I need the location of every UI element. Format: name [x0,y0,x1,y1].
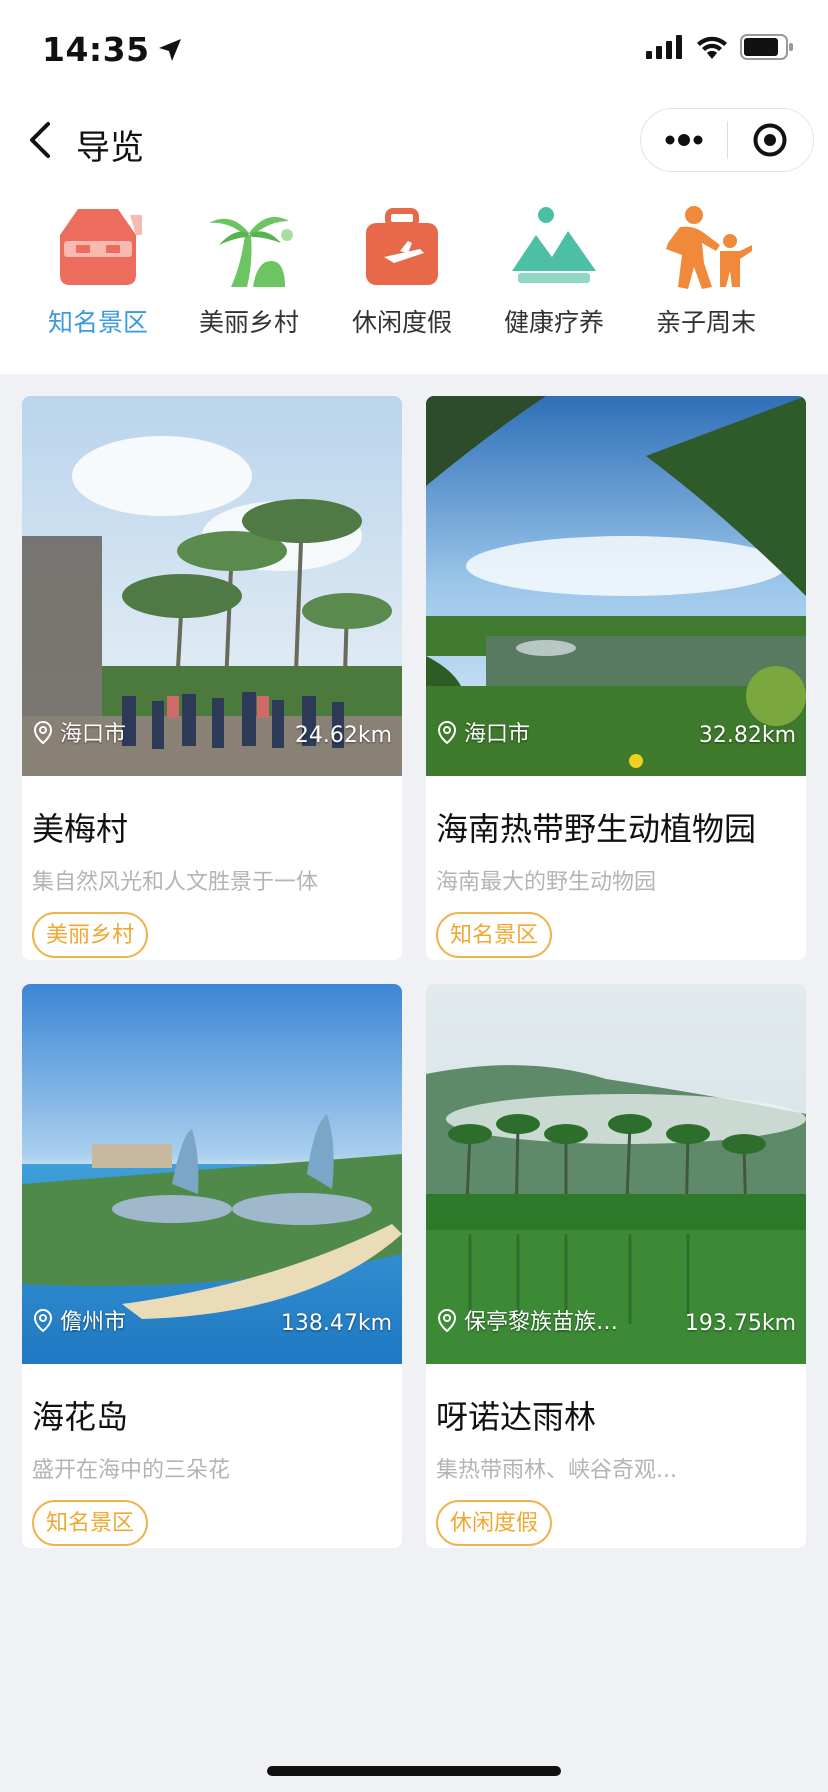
location-pin-icon [33,720,53,744]
page-title: 导览 [76,128,144,168]
place-description: 集自然风光和人文胜景于一体 [32,870,319,895]
place-city: 保亭黎族苗族… [464,1310,619,1335]
status-indicators [646,34,794,60]
suitcase-icon [366,208,438,285]
more-button[interactable] [641,108,727,172]
target-circle-icon [753,123,787,157]
category-family-weekend[interactable]: 亲子周末 [636,205,776,339]
palm-tree-icon [209,217,293,287]
mini-program-capsule [640,108,814,172]
place-city: 海口市 [60,722,127,747]
place-card[interactable]: 海口市 24.62km 美梅村 集自然风光和人文胜景于一体 美丽乡村 [22,396,402,960]
place-photo: 海口市 32.82km [426,396,806,776]
category-label: 知名景区 [47,308,148,337]
place-description: 盛开在海中的三朵花 [32,1458,231,1483]
place-city: 儋州市 [60,1310,127,1335]
mountain-icon [512,207,596,283]
location-pin-icon [437,720,457,744]
place-tag: 知名景区 [32,1500,149,1546]
category-scenic-area[interactable]: 知名景区 [28,205,168,339]
home-indicator[interactable] [267,1766,561,1776]
wifi-icon [697,36,727,59]
place-name: 海南热带野生动植物园 [436,810,757,848]
category-label: 亲子周末 [655,308,756,337]
place-description: 集热带雨林、峡谷奇观... [436,1458,677,1483]
location-pin-icon [33,1308,53,1332]
back-button[interactable] [22,118,62,162]
close-miniprogram-button[interactable] [728,108,814,172]
category-beautiful-village[interactable]: 美丽乡村 [179,205,319,339]
place-distance: 193.75km [684,1311,796,1336]
header-area: 14:35 导览 知名景区 美丽乡村 休闲度假 健康疗养 亲子周末 [0,0,828,374]
place-city: 海口市 [464,722,531,747]
place-card[interactable]: 保亭黎族苗族… 193.75km 呀诺达雨林 集热带雨林、峡谷奇观... 休闲度… [426,984,806,1548]
more-dots-icon [665,134,703,146]
category-label: 美丽乡村 [198,308,299,337]
place-tag: 知名景区 [436,912,553,958]
place-photo: 保亭黎族苗族… 193.75km [426,984,806,1364]
parent-child-icon [666,206,752,289]
place-distance: 138.47km [280,1311,392,1336]
place-photo: 儋州市 138.47km [22,984,402,1364]
place-name: 美梅村 [32,810,129,848]
category-health-retreat[interactable]: 健康疗养 [484,205,624,339]
scenic-area-icon [60,209,142,285]
category-bar: 知名景区 美丽乡村 休闲度假 健康疗养 亲子周末 [0,205,828,345]
signal-icon [646,35,682,59]
location-pin-icon [437,1308,457,1332]
place-name: 呀诺达雨林 [436,1398,597,1436]
place-tag: 美丽乡村 [32,912,149,958]
place-photo: 海口市 24.62km [22,396,402,776]
status-time-text: 14:35 [42,30,150,69]
battery-icon [740,34,793,60]
place-location: 保亭黎族苗族… [436,1304,618,1336]
place-name: 海花岛 [32,1398,129,1436]
category-leisure-vacation[interactable]: 休闲度假 [332,205,472,339]
status-time: 14:35 [42,30,184,69]
place-description: 海南最大的野生动物园 [436,870,657,895]
place-location: 海口市 [32,716,126,748]
place-distance: 32.82km [698,723,796,748]
chevron-left-icon [30,122,50,158]
place-distance: 24.62km [294,723,392,748]
place-tag: 休闲度假 [436,1500,553,1546]
place-card[interactable]: 儋州市 138.47km 海花岛 盛开在海中的三朵花 知名景区 [22,984,402,1548]
category-label: 休闲度假 [351,308,452,337]
place-location: 海口市 [436,716,530,748]
category-label: 健康疗养 [503,308,604,337]
place-location: 儋州市 [32,1304,126,1336]
location-arrow-icon [158,38,181,61]
place-card[interactable]: 海口市 32.82km 海南热带野生动植物园 海南最大的野生动物园 知名景区 [426,396,806,960]
